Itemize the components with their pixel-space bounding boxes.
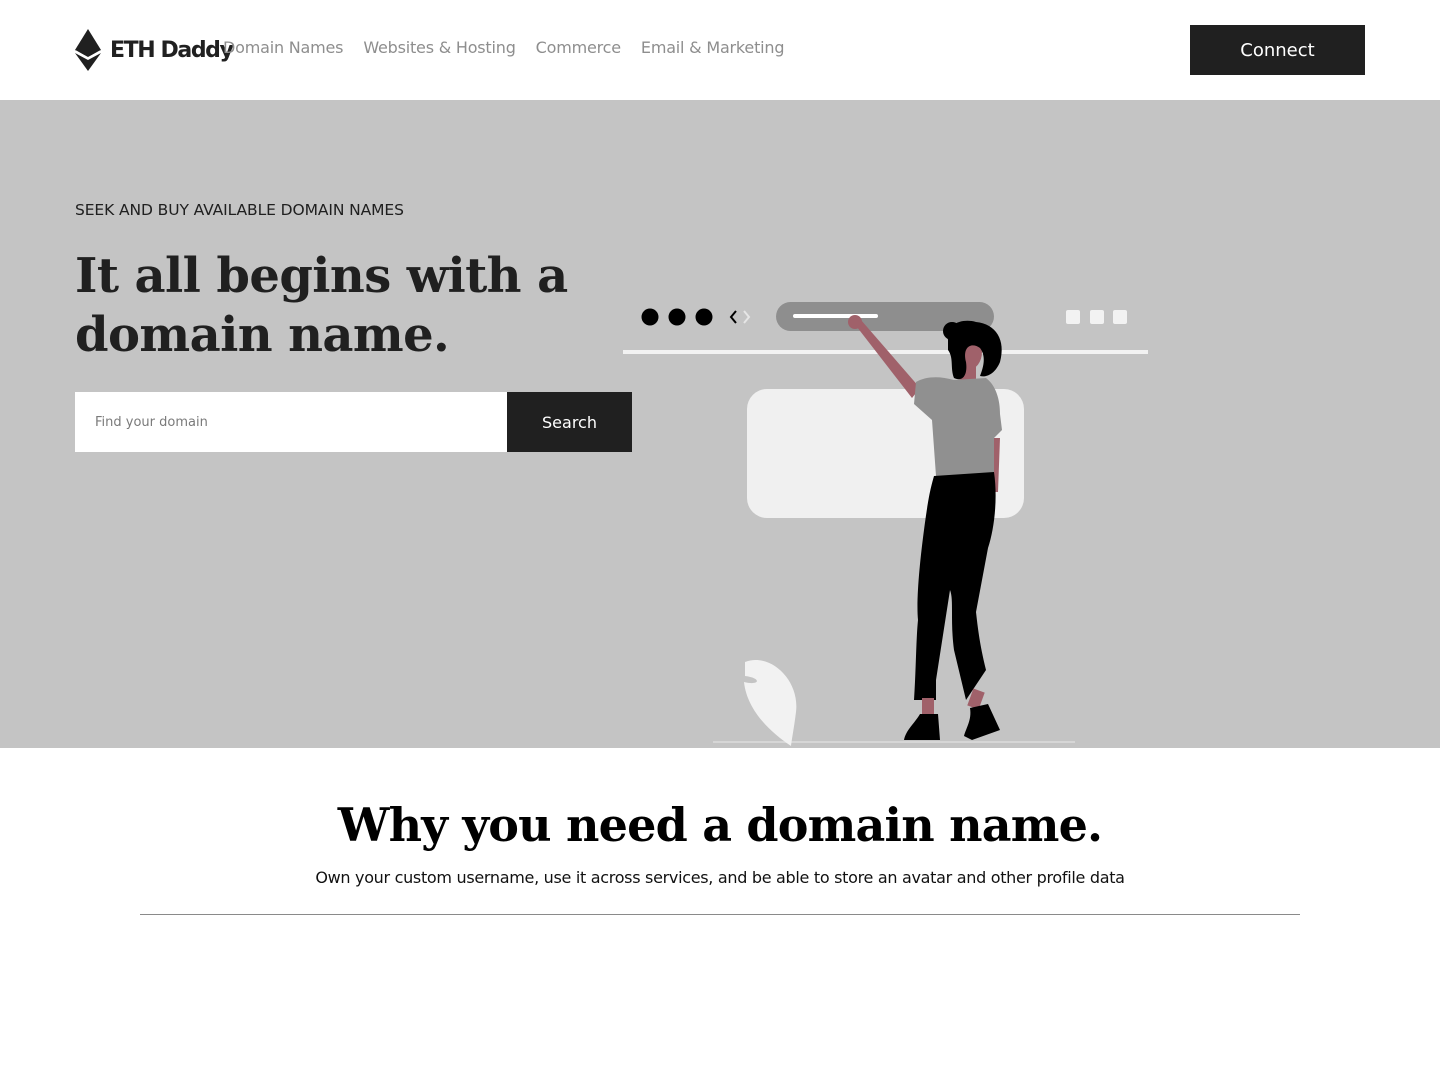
window-dot-icon: [695, 308, 713, 326]
forward-arrow-icon: [743, 310, 751, 324]
hero-title: It all begins with a domain name.: [75, 248, 568, 363]
search-button[interactable]: Search: [507, 392, 632, 452]
hero-eyebrow: SEEK AND BUY AVAILABLE DOMAIN NAMES: [75, 201, 404, 219]
window-dot-icon: [641, 308, 659, 326]
hero-section: SEEK AND BUY AVAILABLE DOMAIN NAMES It a…: [0, 100, 1440, 748]
nav-link-commerce[interactable]: Commerce: [536, 38, 621, 57]
nav-links: Domain Names Websites & Hosting Commerce…: [223, 38, 784, 57]
nav-link-domain-names[interactable]: Domain Names: [223, 38, 344, 57]
window-dot-icon: [668, 308, 686, 326]
why-subtitle: Own your custom username, use it across …: [315, 868, 1125, 887]
ethereum-diamond-icon: [75, 29, 101, 71]
brand-logo-link[interactable]: ETH Daddy: [75, 29, 234, 71]
leaf-shape: [744, 659, 797, 746]
nav-link-email-marketing[interactable]: Email & Marketing: [641, 38, 785, 57]
back-arrow-icon: [729, 310, 737, 324]
domain-search-input[interactable]: [75, 392, 507, 452]
top-nav: ETH Daddy Domain Names Websites & Hostin…: [0, 0, 1440, 100]
why-title: Why you need a domain name.: [337, 798, 1103, 852]
woman-reaching-browser-bar-illustration: [623, 302, 1148, 746]
nav-link-websites-hosting[interactable]: Websites & Hosting: [363, 38, 516, 57]
section-divider: [140, 914, 1300, 915]
brand-name: ETH Daddy: [110, 37, 234, 63]
connect-button[interactable]: Connect: [1190, 25, 1365, 75]
